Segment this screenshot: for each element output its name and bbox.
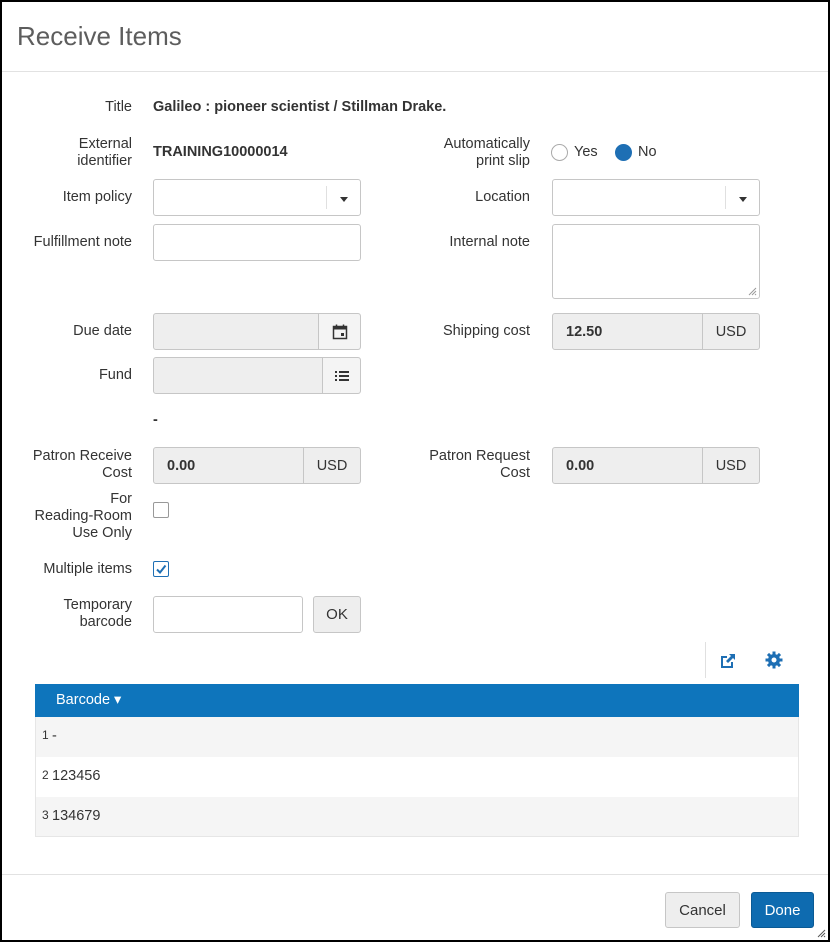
- auto-print-yes-label[interactable]: Yes: [574, 144, 598, 160]
- temporary-barcode-label-line1: Temporary: [63, 597, 133, 613]
- reading-room-label-line3: Use Only: [72, 525, 132, 541]
- auto-print-no-radio[interactable]: [615, 144, 632, 161]
- fund-list-button[interactable]: [322, 358, 360, 393]
- location-label: Location: [475, 189, 530, 205]
- reading-room-checkbox[interactable]: [153, 502, 169, 518]
- row-index: 3: [42, 808, 49, 822]
- temporary-barcode-input[interactable]: [153, 596, 303, 633]
- external-identifier-value: TRAINING10000014: [153, 144, 288, 160]
- patron-receive-cost-label: Patron Receive Cost: [12, 448, 132, 482]
- done-button[interactable]: Done: [751, 892, 814, 928]
- patron-request-cost-label: Patron Request Cost: [402, 448, 530, 482]
- ok-button[interactable]: OK: [313, 596, 361, 633]
- table-header: Barcode ▾: [35, 684, 799, 717]
- gear-icon[interactable]: [764, 650, 784, 670]
- fund-input[interactable]: [153, 357, 361, 394]
- toolbar-divider: [705, 642, 706, 678]
- barcode-column-label: Barcode: [56, 692, 111, 708]
- calendar-icon: [332, 324, 347, 339]
- barcode-cell: 134679: [52, 808, 101, 824]
- list-icon: [334, 370, 349, 381]
- patron-receive-cost-label-line2: Cost: [102, 465, 132, 481]
- dialog-title: Receive Items: [17, 21, 182, 51]
- item-policy-select[interactable]: [153, 179, 361, 216]
- table-row[interactable]: 3 134679: [35, 797, 799, 837]
- patron-request-cost-value: 0.00: [566, 458, 595, 474]
- auto-print-no-label[interactable]: No: [638, 144, 657, 160]
- chevron-down-icon[interactable]: [326, 186, 360, 209]
- patron-request-cost-input[interactable]: 0.00 USD: [552, 447, 760, 484]
- resize-grip-icon[interactable]: [816, 928, 826, 938]
- multiple-items-checkbox[interactable]: [153, 561, 169, 577]
- external-identifier-label-line2: identifier: [77, 153, 132, 169]
- external-link-icon[interactable]: [718, 651, 738, 671]
- title-label: Title: [105, 99, 132, 115]
- internal-note-textarea[interactable]: [552, 224, 760, 299]
- location-select[interactable]: [552, 179, 760, 216]
- checkmark-icon: [156, 564, 167, 575]
- temporary-barcode-label: Temporary barcode: [12, 597, 133, 631]
- barcode-column-header[interactable]: Barcode ▾: [56, 692, 121, 708]
- dialog-header: Receive Items: [2, 2, 828, 72]
- shipping-cost-value: 12.50: [566, 324, 603, 340]
- patron-receive-cost-currency: USD: [303, 448, 360, 483]
- title-value: Galileo : pioneer scientist / Stillman D…: [153, 99, 447, 115]
- reading-room-label-line2: Reading-Room: [34, 508, 132, 524]
- auto-print-slip-label: Automatically print slip: [402, 136, 530, 170]
- external-identifier-label: External identifier: [22, 136, 132, 170]
- temporary-barcode-label-line2: barcode: [79, 614, 132, 630]
- external-identifier-label-line1: External: [78, 136, 132, 152]
- auto-print-slip-label-line1: Automatically: [443, 136, 530, 152]
- patron-receive-cost-input[interactable]: 0.00 USD: [153, 447, 361, 484]
- fund-note: -: [153, 412, 158, 428]
- patron-receive-cost-label-line1: Patron Receive: [32, 448, 132, 464]
- due-date-input[interactable]: [153, 313, 361, 350]
- row-index: 1: [42, 728, 49, 742]
- row-index: 2: [42, 768, 49, 782]
- fulfillment-note-input[interactable]: [153, 224, 361, 261]
- patron-request-cost-currency: USD: [702, 448, 759, 483]
- shipping-cost-label: Shipping cost: [442, 323, 530, 339]
- patron-receive-cost-value: 0.00: [167, 458, 196, 474]
- fund-label: Fund: [98, 367, 132, 383]
- due-date-label: Due date: [73, 323, 132, 339]
- barcode-cell: -: [52, 728, 57, 744]
- multiple-items-label: Multiple items: [43, 561, 132, 577]
- auto-print-slip-label-line2: print slip: [476, 153, 530, 169]
- reading-room-label: For Reading-Room Use Only: [12, 491, 132, 542]
- fulfillment-note-label: Fulfillment note: [33, 234, 132, 250]
- shipping-cost-input[interactable]: 12.50 USD: [552, 313, 760, 350]
- shipping-cost-currency: USD: [702, 314, 759, 349]
- cancel-button[interactable]: Cancel: [665, 892, 740, 928]
- table-row[interactable]: 2 123456: [35, 757, 799, 797]
- reading-room-label-line1: For: [110, 491, 132, 507]
- table-body: 1 - 2 123456 3 134679: [35, 717, 799, 837]
- footer-divider: [2, 874, 828, 875]
- table-row[interactable]: 1 -: [35, 717, 799, 757]
- internal-note-label: Internal note: [449, 234, 530, 250]
- chevron-down-icon[interactable]: [725, 186, 759, 209]
- barcode-table: Barcode ▾ 1 - 2 123456 3 134679: [35, 684, 799, 837]
- barcode-cell: 123456: [52, 768, 101, 784]
- sort-desc-icon[interactable]: ▾: [114, 692, 121, 708]
- receive-items-dialog: Receive Items Title Galileo : pioneer sc…: [0, 0, 830, 942]
- patron-request-cost-label-line1: Patron Request: [429, 448, 530, 464]
- auto-print-yes-radio[interactable]: [551, 144, 568, 161]
- patron-request-cost-label-line2: Cost: [500, 465, 530, 481]
- item-policy-label: Item policy: [62, 189, 132, 205]
- resize-grip-icon[interactable]: [747, 286, 757, 296]
- calendar-button[interactable]: [318, 314, 360, 349]
